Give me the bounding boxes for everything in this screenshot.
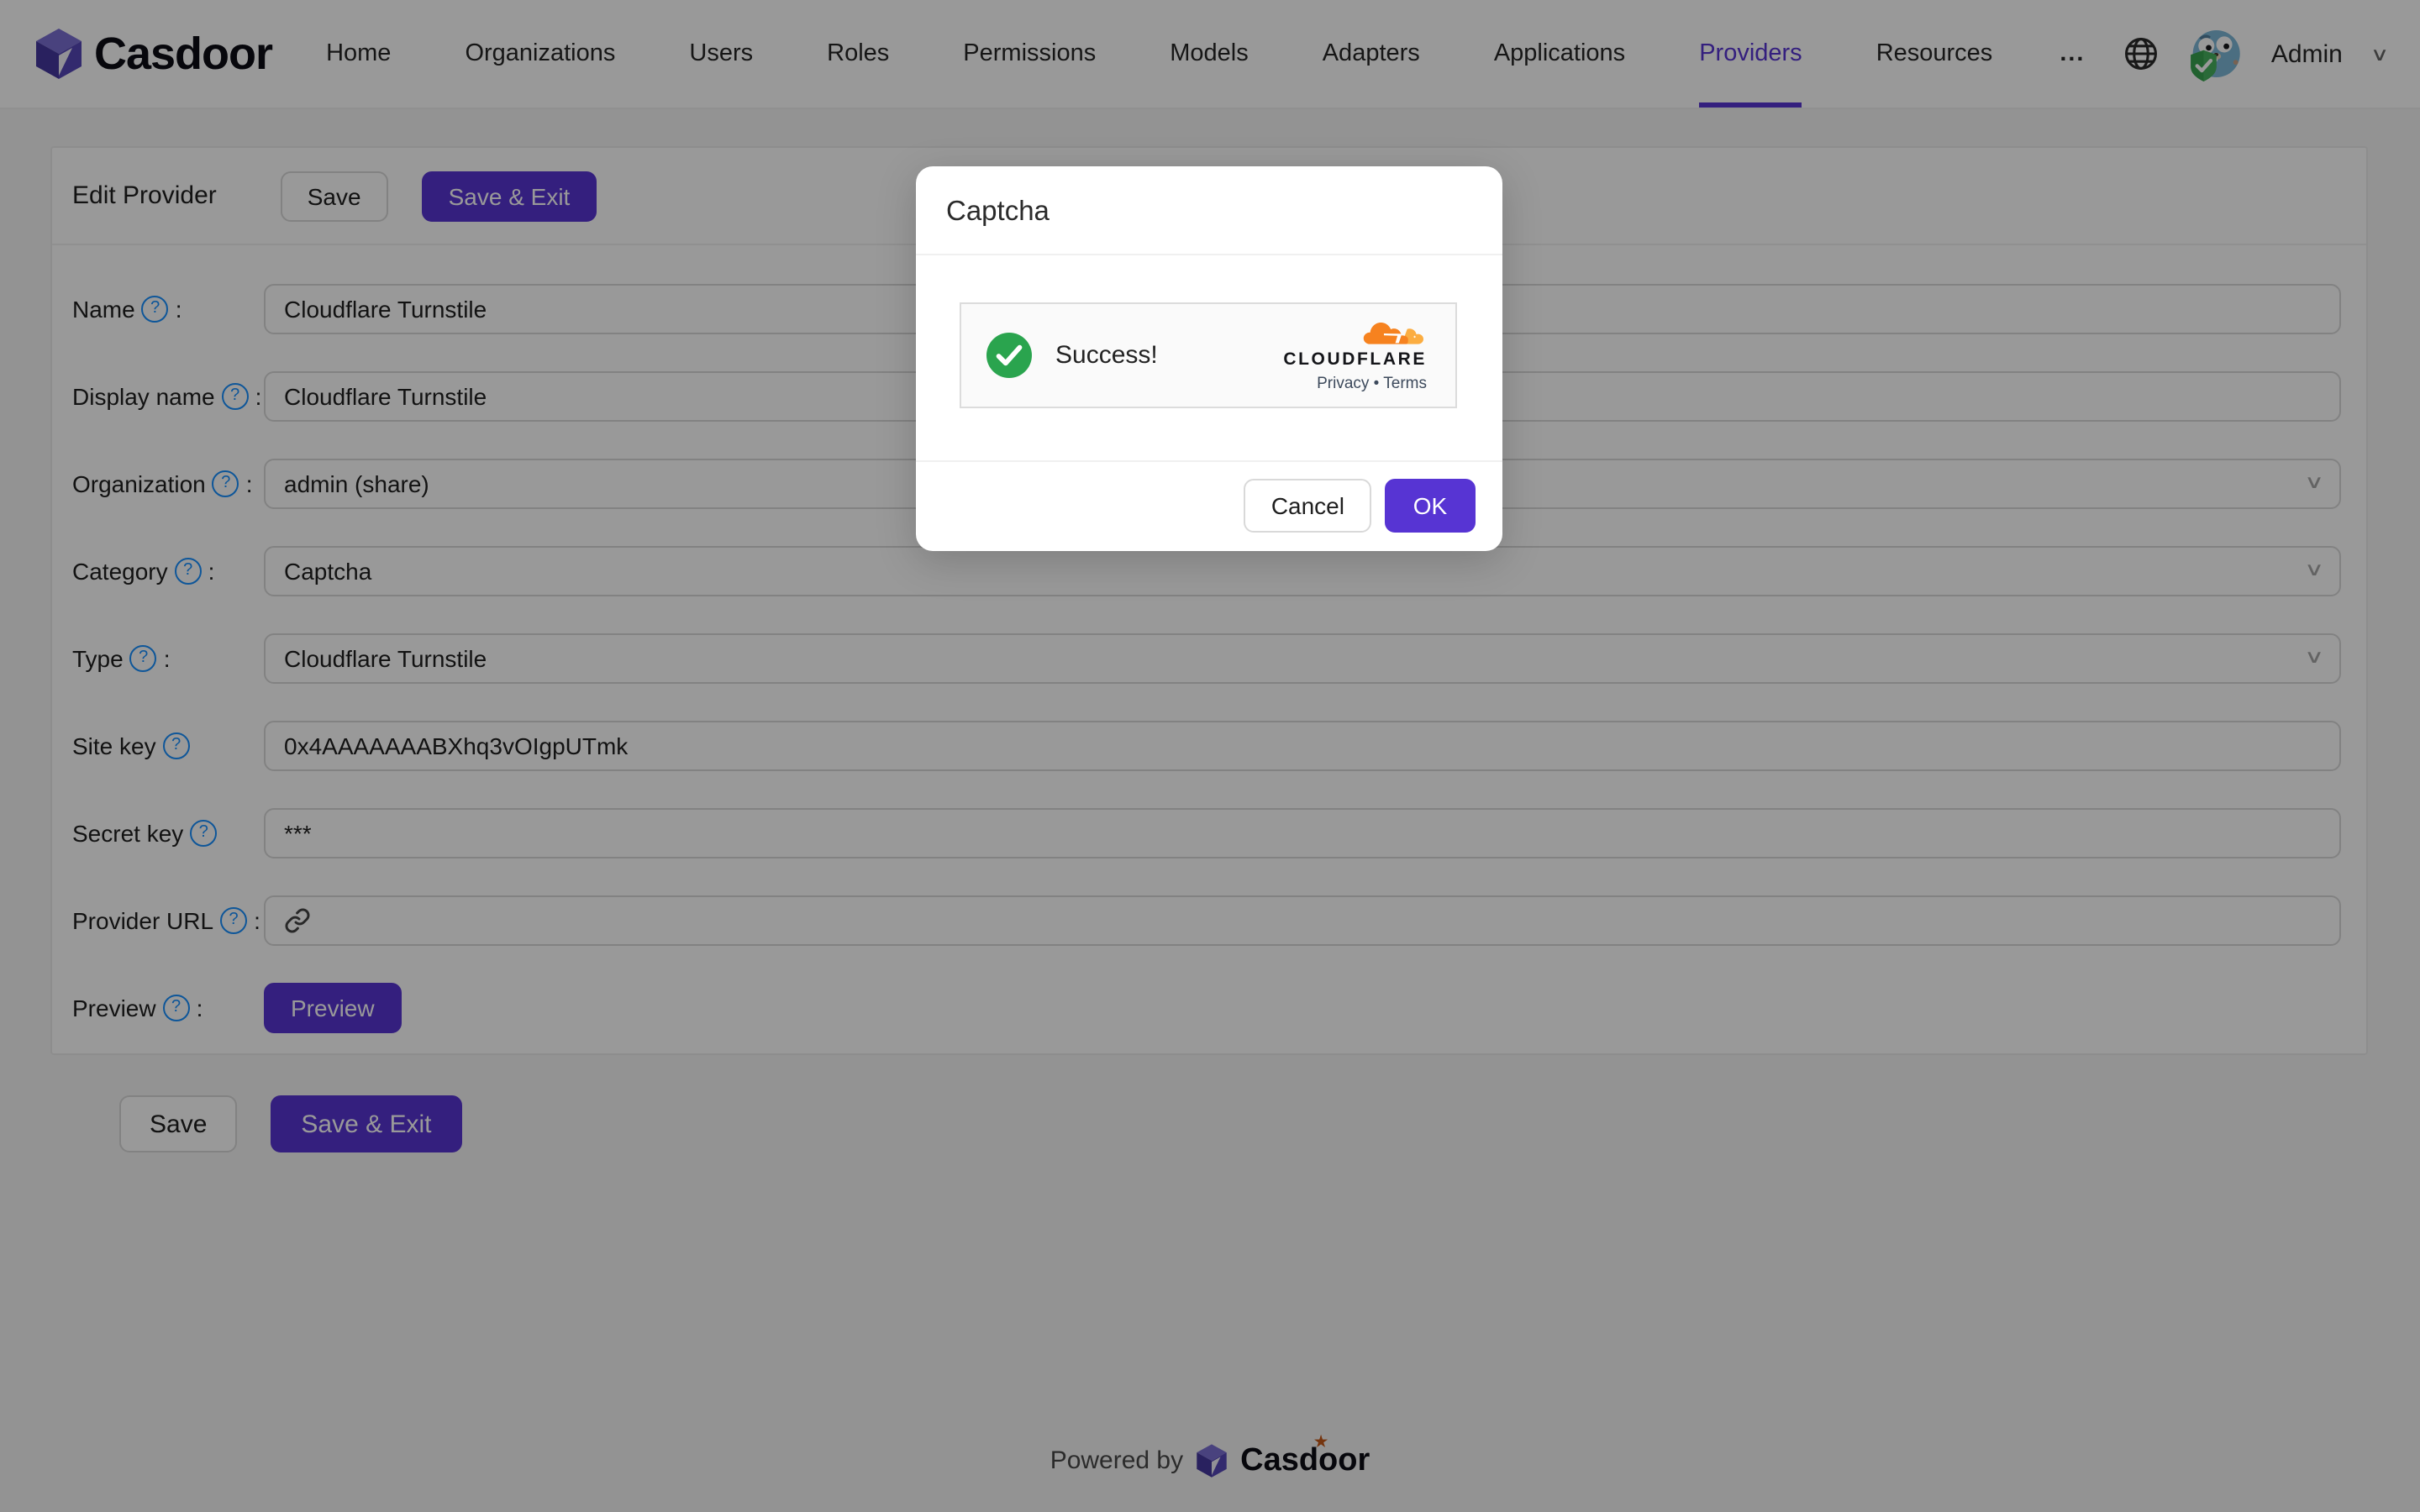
app-root: Casdoor ★ Home Organizations Users Roles… [0, 0, 2420, 1512]
turnstile-status-text: Success! [1055, 341, 1158, 370]
modal-header: Captcha [916, 166, 1502, 255]
captcha-modal: Captcha Success! CLOUDFLARE Priv [916, 166, 1502, 551]
success-check-icon [986, 333, 1032, 378]
cancel-button[interactable]: Cancel [1244, 479, 1371, 533]
modal-title: Captcha [946, 197, 1050, 227]
privacy-terms-links[interactable]: Privacy • Terms [1317, 375, 1427, 393]
modal-footer: Cancel OK [916, 460, 1502, 551]
cloudflare-cloud-icon [1360, 318, 1423, 349]
turnstile-widget: Success! CLOUDFLARE Privacy • Terms [960, 302, 1457, 408]
cloudflare-brand-block: CLOUDFLARE Privacy • Terms [1283, 318, 1427, 392]
cloudflare-wordmark: CLOUDFLARE [1283, 351, 1427, 370]
modal-body: Success! CLOUDFLARE Privacy • Terms [916, 255, 1502, 460]
ok-button[interactable]: OK [1385, 479, 1476, 533]
